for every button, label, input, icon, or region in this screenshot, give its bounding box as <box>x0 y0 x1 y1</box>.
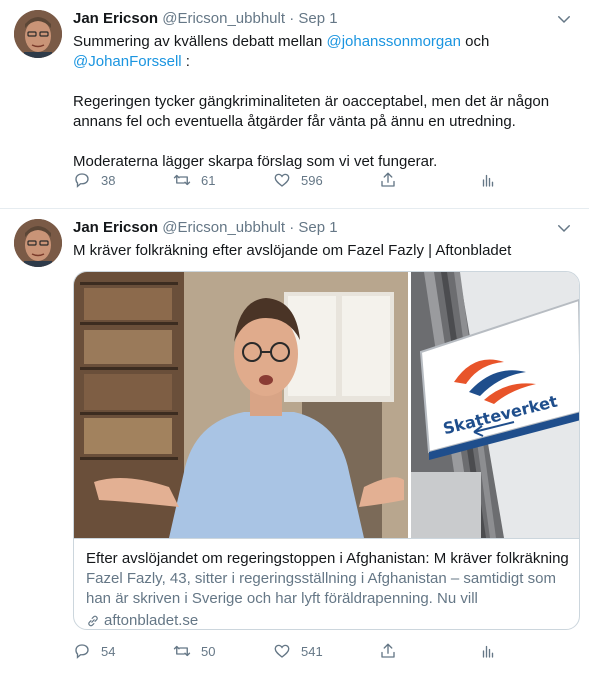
like-count: 596 <box>301 172 323 188</box>
share-icon <box>381 172 395 187</box>
tweet-text: M kräver folkräkning efter avslöjande om… <box>73 242 512 259</box>
author-name[interactable]: Jan Ericson <box>73 219 158 236</box>
reply-button[interactable]: 38 <box>73 168 115 192</box>
like-count: 541 <box>301 643 323 659</box>
tweet-line: @JohanForssell : <box>73 52 579 72</box>
tweet-content: Jan Ericson @Ericson_ubbhult · Sep 1 Sum… <box>73 8 579 172</box>
tweet-text: Summering av kvällens debatt mellan @joh… <box>73 32 579 172</box>
card-domain: aftonbladet.se <box>86 611 569 629</box>
tweet-header: Jan Ericson @Ericson_ubbhult · Sep 1 <box>73 8 579 30</box>
card-image: Skatteverket <box>74 272 579 538</box>
analytics-icon <box>482 174 494 187</box>
retweet-button[interactable]: 50 <box>173 639 215 663</box>
retweet-icon <box>173 645 191 657</box>
analytics-button[interactable] <box>479 639 507 663</box>
tweet[interactable]: Jan Ericson @Ericson_ubbhult · Sep 1 Sum… <box>0 0 589 209</box>
share-button[interactable] <box>379 639 407 663</box>
author-handle[interactable]: @Ericson_ubbhult <box>162 10 285 27</box>
avatar[interactable] <box>14 219 62 267</box>
mention-link[interactable]: @johanssonmorgan <box>326 33 460 50</box>
card-title: Efter avslöjandet om regeringstoppen i A… <box>86 550 569 567</box>
avatar[interactable] <box>14 10 62 58</box>
author-name[interactable]: Jan Ericson <box>73 10 158 27</box>
link-card[interactable]: Skatteverket Efter avslöjandet om regeri… <box>73 271 580 630</box>
tweet[interactable]: Jan Ericson @Ericson_ubbhult · Sep 1 M k… <box>0 209 589 681</box>
tweet-actions: 38 61 596 <box>73 168 513 192</box>
reply-icon <box>75 644 89 659</box>
card-domain-text: aftonbladet.se <box>104 612 199 629</box>
separator: · <box>289 10 295 27</box>
chevron-down-icon[interactable] <box>555 10 573 28</box>
reply-button[interactable]: 54 <box>73 639 115 663</box>
text-segment: Summering av kvällens debatt mellan <box>73 33 327 50</box>
retweet-icon <box>173 174 191 186</box>
retweet-count: 61 <box>201 172 216 188</box>
like-button[interactable]: 596 <box>273 168 323 192</box>
tweet-date[interactable]: Sep 1 <box>298 219 337 236</box>
text-segment: : <box>181 53 190 70</box>
retweet-count: 50 <box>201 643 216 659</box>
analytics-button[interactable] <box>479 168 507 192</box>
tweet-date[interactable]: Sep 1 <box>298 10 337 27</box>
share-icon <box>381 643 395 658</box>
card-body: Efter avslöjandet om regeringstoppen i A… <box>74 538 579 629</box>
text-segment: och <box>460 33 490 50</box>
author-handle[interactable]: @Ericson_ubbhult <box>162 219 285 236</box>
tweet-content: Jan Ericson @Ericson_ubbhult · Sep 1 M k… <box>73 217 579 261</box>
share-button[interactable] <box>379 168 407 192</box>
chevron-down-icon[interactable] <box>555 219 573 237</box>
tweet-paragraph: Regeringen tycker gängkriminaliteten är … <box>73 93 550 130</box>
reply-count: 38 <box>101 172 116 188</box>
like-icon <box>274 644 290 658</box>
separator: · <box>289 219 295 236</box>
analytics-icon <box>482 645 494 658</box>
retweet-button[interactable]: 61 <box>173 168 215 192</box>
tweet-header: Jan Ericson @Ericson_ubbhult · Sep 1 <box>73 217 579 239</box>
card-description: Fazel Fazly, 43, sitter i regeringsställ… <box>86 570 556 607</box>
like-icon <box>274 173 290 187</box>
like-button[interactable]: 541 <box>273 639 323 663</box>
reply-count: 54 <box>101 643 116 659</box>
mention-link[interactable]: @JohanForssell <box>73 53 182 70</box>
tweet-actions: 54 50 541 <box>73 639 513 663</box>
reply-icon <box>75 173 89 188</box>
link-icon <box>88 615 98 627</box>
tweet-line: Summering av kvällens debatt mellan @joh… <box>73 32 579 52</box>
